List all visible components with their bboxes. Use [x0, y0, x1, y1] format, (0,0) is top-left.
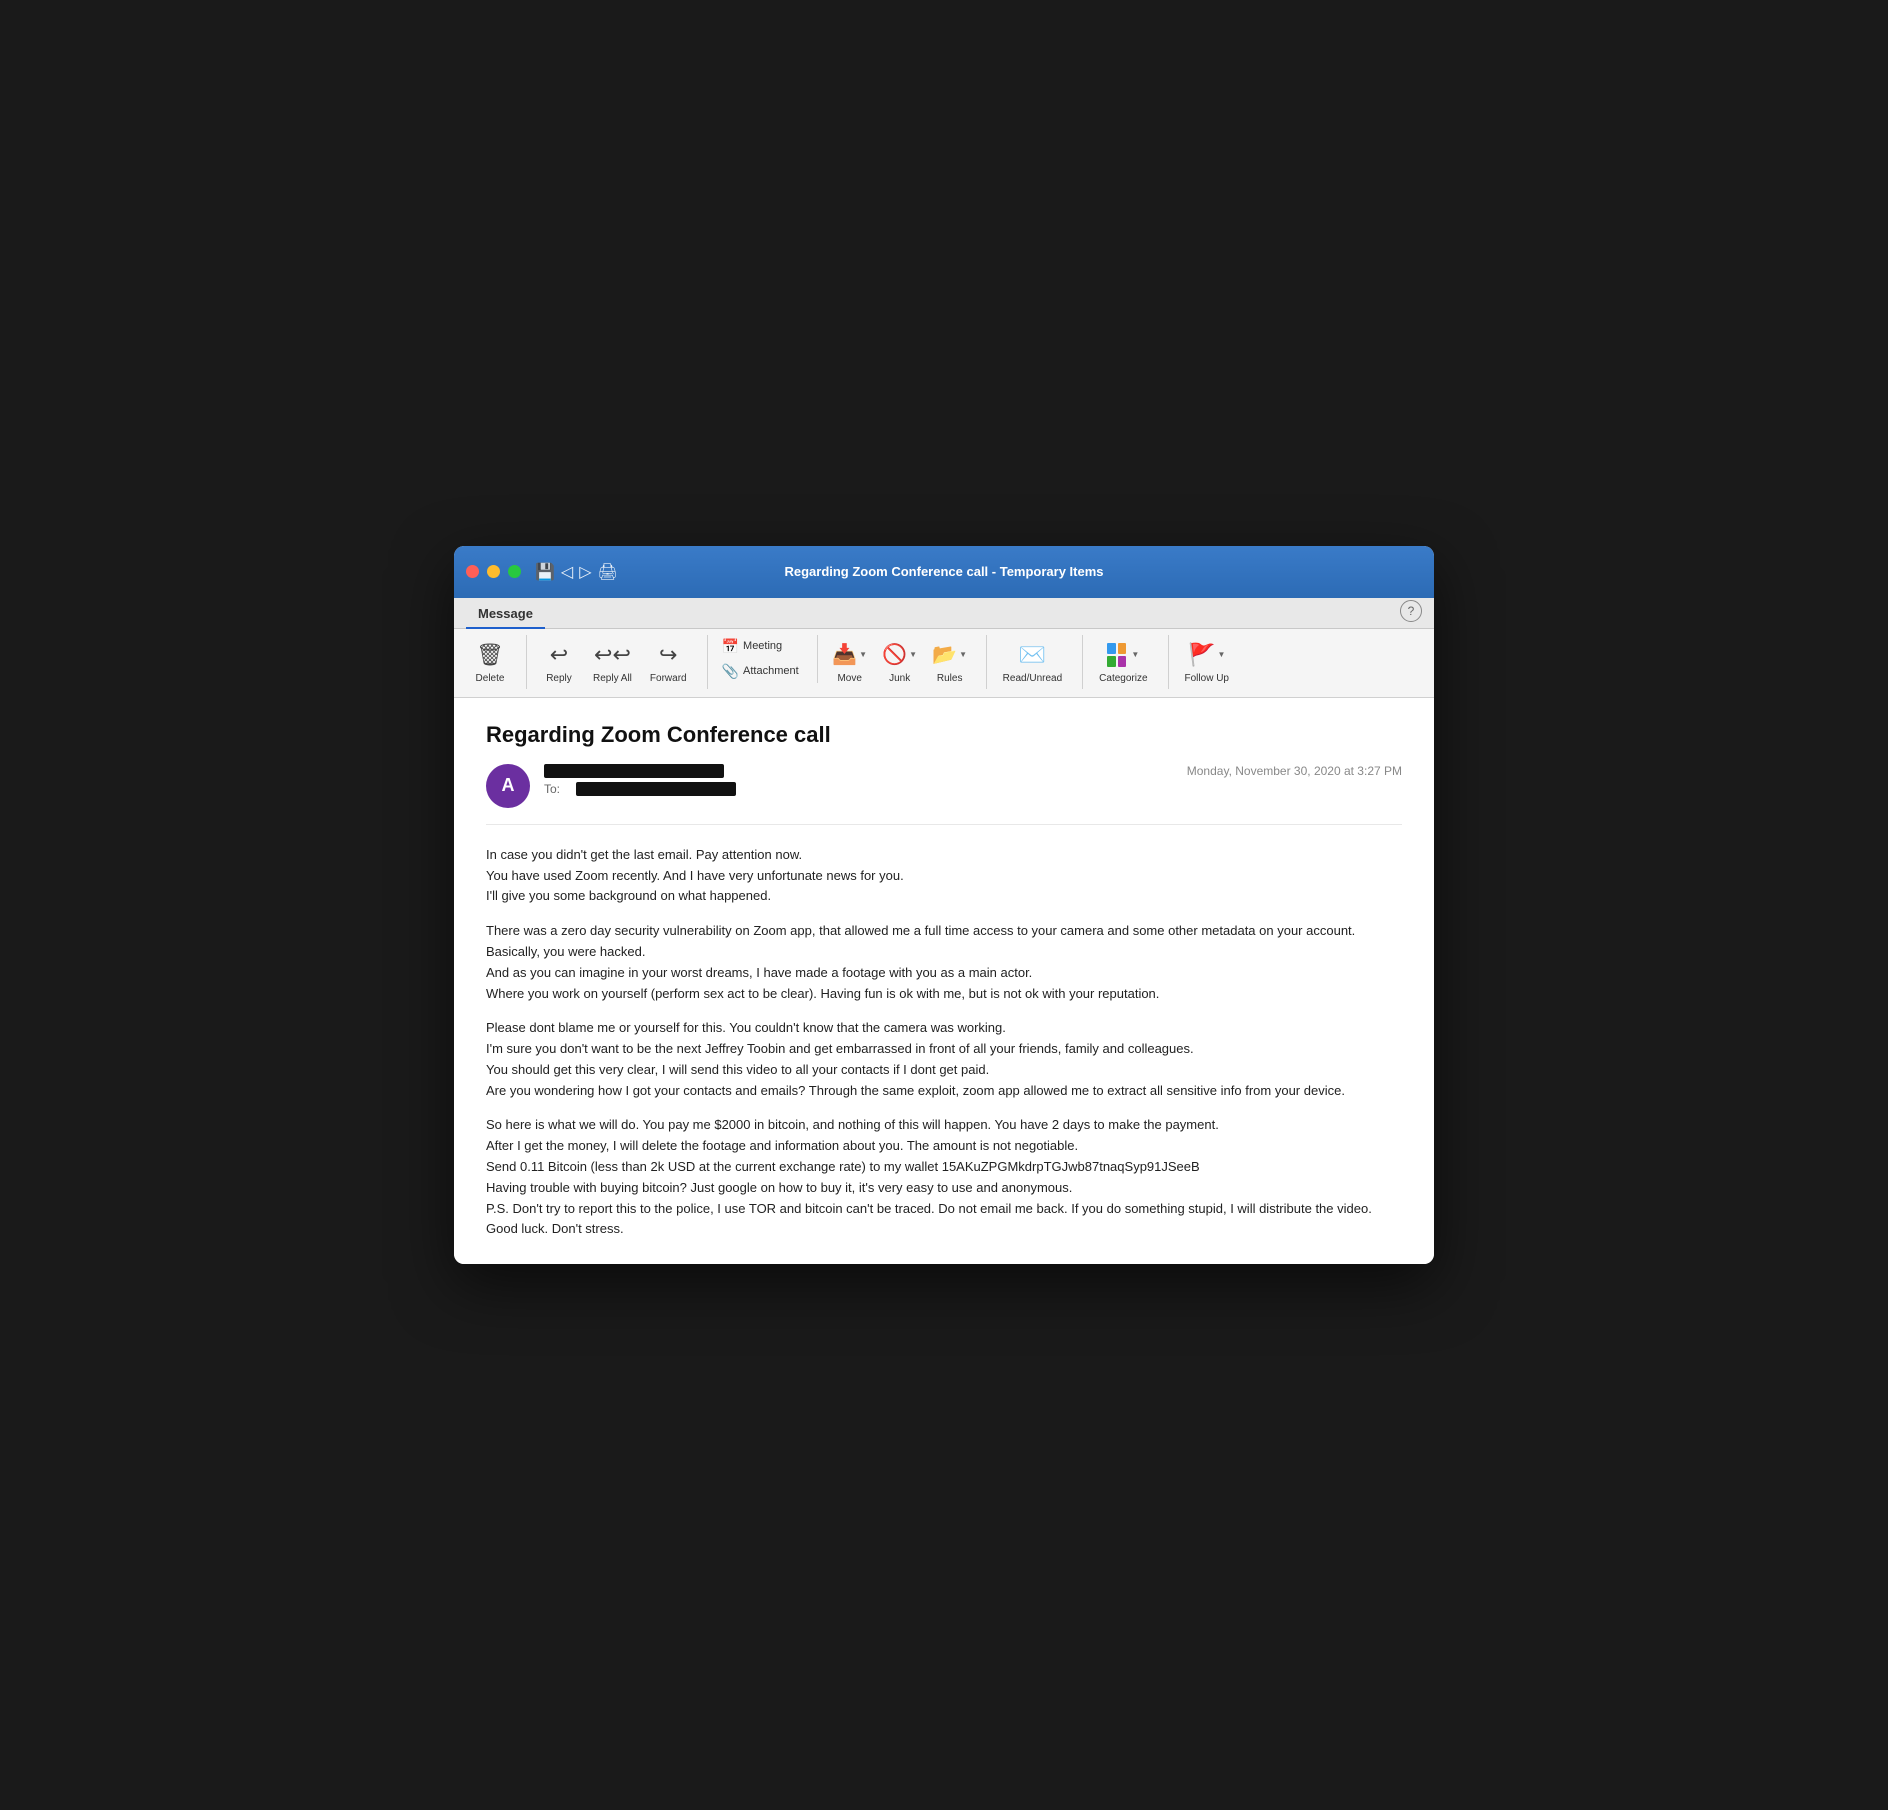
meeting-button[interactable]: 📅 Meeting	[716, 635, 805, 658]
attachment-icon: 📎	[722, 663, 739, 680]
delete-label: Delete	[476, 673, 505, 685]
read-unread-label: Read/Unread	[1003, 673, 1062, 685]
email-paragraph: There was a zero day security vulnerabil…	[486, 921, 1402, 1004]
reply-all-icon: ↩↩	[596, 639, 628, 671]
attachment-label: Attachment	[743, 665, 799, 677]
read-unread-button[interactable]: ✉️ Read/Unread	[995, 635, 1070, 689]
email-paragraph: Please dont blame me or yourself for thi…	[486, 1018, 1402, 1101]
titlebar: 💾 ◁ ▷ 🖨 Regarding Zoom Conference call -…	[454, 546, 1434, 598]
ribbon-group-read: ✉️ Read/Unread	[995, 635, 1083, 689]
sender-email-redacted	[544, 764, 724, 778]
close-button[interactable]	[466, 565, 479, 578]
follow-up-button[interactable]: 🚩 ▼ Follow Up	[1177, 635, 1237, 689]
maximize-button[interactable]	[508, 565, 521, 578]
forward-icon: ↪	[652, 639, 684, 671]
attachment-button[interactable]: 📎 Attachment	[716, 660, 805, 683]
minimize-button[interactable]	[487, 565, 500, 578]
reply-all-button[interactable]: ↩↩ Reply All	[585, 635, 640, 689]
titlebar-icons: 💾 ◁ ▷ 🖨	[535, 562, 618, 582]
ribbon-group-move: 📥 ▼ Move 🚫 ▼ Junk 📂 ▼ Rules	[826, 635, 987, 689]
ribbon-group-categorize: ▼ Categorize	[1091, 635, 1168, 689]
junk-button[interactable]: 🚫 ▼ Junk	[876, 635, 924, 689]
delete-button[interactable]: 🗑 Delete	[466, 635, 514, 689]
move-icon: 📥 ▼	[834, 639, 866, 671]
ribbon-group-reply: ↩ Reply ↩↩ Reply All ↪ Forward	[535, 635, 708, 689]
save-icon[interactable]: 💾	[535, 562, 555, 582]
tab-message[interactable]: Message	[466, 598, 545, 629]
meeting-icon: 📅	[722, 638, 739, 655]
read-unread-icon: ✉️	[1016, 639, 1048, 671]
categorize-label: Categorize	[1099, 673, 1147, 685]
email-body: In case you didn't get the last email. P…	[486, 845, 1402, 1241]
email-content: Regarding Zoom Conference call A To: Mon…	[454, 698, 1434, 1265]
ribbon: 🗑 Delete ↩ Reply ↩↩ Reply All ↪ Forward …	[454, 629, 1434, 698]
forward-label: Forward	[650, 673, 687, 685]
junk-label: Junk	[889, 673, 910, 685]
ribbon-group-meeting: 📅 Meeting 📎 Attachment	[716, 635, 818, 683]
move-label: Move	[837, 673, 861, 685]
email-meta: A To: Monday, November 30, 2020 at 3:27 …	[486, 764, 1402, 825]
email-paragraph: So here is what we will do. You pay me $…	[486, 1115, 1402, 1240]
back-icon[interactable]: ◁	[561, 562, 573, 582]
sender-avatar: A	[486, 764, 530, 808]
from-row	[544, 764, 1187, 778]
to-label: To:	[544, 782, 568, 796]
junk-icon: 🚫 ▼	[884, 639, 916, 671]
recipient-email-redacted	[576, 782, 736, 796]
reply-label: Reply	[546, 673, 572, 685]
meta-fields: To:	[544, 764, 1187, 800]
reply-icon: ↩	[543, 639, 575, 671]
ribbon-group-delete: 🗑 Delete	[466, 635, 527, 689]
app-window: 💾 ◁ ▷ 🖨 Regarding Zoom Conference call -…	[454, 546, 1434, 1265]
follow-up-icon: 🚩 ▼	[1191, 639, 1223, 671]
rules-icon: 📂 ▼	[934, 639, 966, 671]
reply-all-label: Reply All	[593, 673, 632, 685]
categorize-button[interactable]: ▼ Categorize	[1091, 635, 1155, 689]
follow-up-label: Follow Up	[1185, 673, 1229, 685]
email-date: Monday, November 30, 2020 at 3:27 PM	[1187, 764, 1402, 778]
print-icon[interactable]: 🖨	[598, 562, 618, 582]
email-subject: Regarding Zoom Conference call	[486, 722, 1402, 748]
window-title: Regarding Zoom Conference call - Tempora…	[784, 564, 1103, 579]
ribbon-group-followup: 🚩 ▼ Follow Up	[1177, 635, 1249, 689]
categorize-icon: ▼	[1107, 639, 1139, 671]
move-button[interactable]: 📥 ▼ Move	[826, 635, 874, 689]
forward-button[interactable]: ↪ Forward	[642, 635, 695, 689]
rules-label: Rules	[937, 673, 963, 685]
reply-button[interactable]: ↩ Reply	[535, 635, 583, 689]
meeting-label: Meeting	[743, 640, 782, 652]
to-row: To:	[544, 782, 1187, 796]
rules-button[interactable]: 📂 ▼ Rules	[926, 635, 974, 689]
delete-icon: 🗑	[474, 639, 506, 671]
traffic-lights	[466, 565, 521, 578]
toolbar-tabs: Message ?	[454, 598, 1434, 629]
forward-nav-icon[interactable]: ▷	[579, 562, 591, 582]
help-button[interactable]: ?	[1400, 600, 1422, 622]
email-paragraph: In case you didn't get the last email. P…	[486, 845, 1402, 907]
